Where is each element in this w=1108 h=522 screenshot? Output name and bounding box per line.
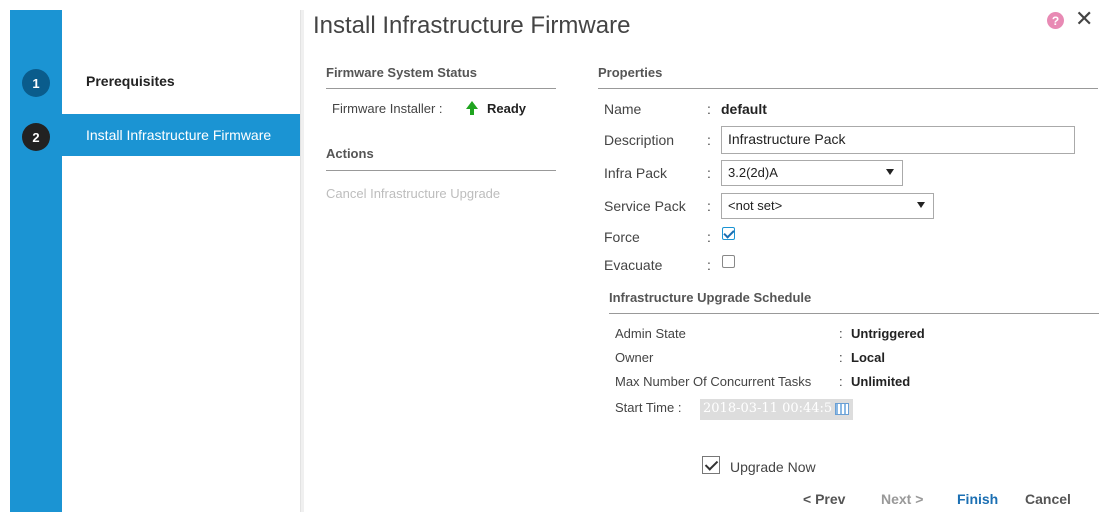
dialog-title: Install Infrastructure Firmware xyxy=(313,12,631,39)
owner-value: Local xyxy=(851,350,885,365)
cancel-infrastructure-upgrade-link[interactable]: Cancel Infrastructure Upgrade xyxy=(326,186,500,201)
colon: : xyxy=(707,257,711,273)
prev-button[interactable]: < Prev xyxy=(803,491,845,507)
admin-state-value: Untriggered xyxy=(851,326,925,341)
max-concurrent-tasks-label: Max Number Of Concurrent Tasks xyxy=(615,374,812,389)
wizard-step-label: Install Infrastructure Firmware xyxy=(86,127,272,143)
firmware-installer-status: Ready xyxy=(487,101,527,116)
start-time-label: Start Time : xyxy=(615,400,682,415)
upgrade-now-label: Upgrade Now xyxy=(730,459,816,475)
infra-pack-label: Infra Pack xyxy=(604,165,668,181)
name-label: Name xyxy=(604,101,642,117)
cancel-button[interactable]: Cancel xyxy=(1025,491,1071,507)
colon: : xyxy=(839,374,843,389)
step-number-2: 2 xyxy=(22,123,50,151)
infra-pack-select[interactable]: 3.2(2d)A xyxy=(721,160,903,186)
next-button[interactable]: Next > xyxy=(881,491,923,507)
wizard-step-prerequisites[interactable]: Prerequisites xyxy=(62,60,300,102)
start-time-field[interactable]: 2018-03-11 00:44:5 xyxy=(700,399,853,420)
chevron-down-icon xyxy=(917,202,925,208)
colon: : xyxy=(707,198,711,214)
evacuate-checkbox[interactable] xyxy=(722,255,735,268)
colon: : xyxy=(707,165,711,181)
actions-heading: Actions xyxy=(326,146,374,161)
nav-divider xyxy=(300,10,304,512)
wizard-step-install-infrastructure-firmware[interactable]: Install Infrastructure Firmware xyxy=(62,114,300,156)
upgrade-schedule-heading: Infrastructure Upgrade Schedule xyxy=(609,290,812,305)
up-arrow-icon-stem xyxy=(470,109,474,115)
properties-heading: Properties xyxy=(598,65,663,80)
start-time-value: 2018-03-11 00:44:5 xyxy=(703,401,833,416)
description-label: Description xyxy=(604,132,675,148)
firmware-installer-label: Firmware Installer : xyxy=(332,101,443,116)
colon: : xyxy=(707,229,711,245)
evacuate-label: Evacuate xyxy=(604,257,663,273)
divider xyxy=(598,88,1098,89)
force-checkbox[interactable] xyxy=(722,227,735,240)
close-icon[interactable]: ✕ xyxy=(1075,6,1093,32)
colon: : xyxy=(707,132,711,148)
up-arrow-icon xyxy=(466,101,478,109)
colon: : xyxy=(839,326,843,341)
divider xyxy=(609,313,1099,314)
infra-pack-selected: 3.2(2d)A xyxy=(728,165,778,180)
question-icon[interactable]: ? xyxy=(1047,12,1064,29)
divider xyxy=(326,170,556,171)
firmware-status-heading: Firmware System Status xyxy=(326,65,478,80)
service-pack-select[interactable]: <not set> xyxy=(721,193,934,219)
upgrade-now-checkbox[interactable] xyxy=(702,456,720,474)
finish-button[interactable]: Finish xyxy=(957,491,998,507)
divider xyxy=(326,88,556,89)
step-number-1: 1 xyxy=(22,69,50,97)
chevron-down-icon xyxy=(886,169,894,175)
owner-label: Owner xyxy=(615,350,654,365)
service-pack-selected: <not set> xyxy=(728,198,783,213)
name-value: default xyxy=(721,101,767,117)
service-pack-label: Service Pack xyxy=(604,198,686,214)
calendar-icon[interactable] xyxy=(835,403,849,415)
force-label: Force xyxy=(604,229,640,245)
description-input[interactable]: Infrastructure Pack xyxy=(721,126,1075,154)
colon: : xyxy=(839,350,843,365)
admin-state-label: Admin State xyxy=(615,326,686,341)
wizard-step-label: Prerequisites xyxy=(86,73,175,89)
colon: : xyxy=(707,101,711,117)
max-concurrent-tasks-value: Unlimited xyxy=(851,374,911,389)
